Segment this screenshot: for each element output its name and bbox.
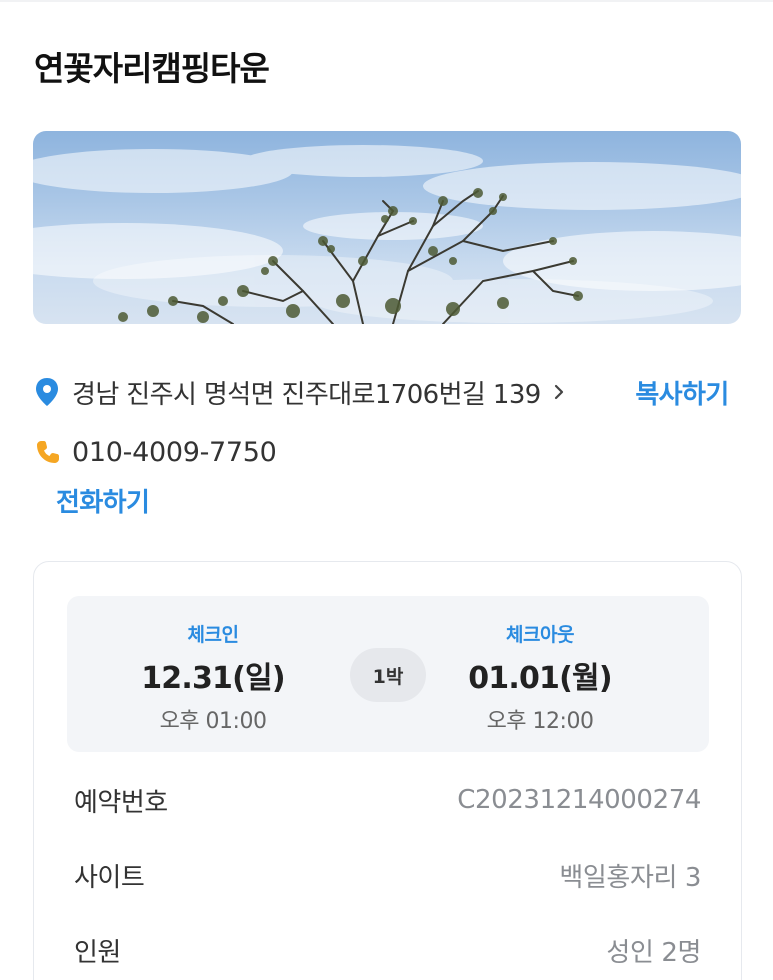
sky-and-tree-image: [33, 145, 741, 324]
guests-value: 성인 2명: [606, 937, 701, 968]
checkout-block: 체크아웃 01.01(월) 오후 12:00: [420, 620, 660, 735]
checkout-label: 체크아웃: [506, 624, 574, 646]
stay-period-box: 체크인 12.31(일) 오후 01:00 1박 체크아웃 01.01(월) 오…: [67, 596, 709, 752]
guests-row: 인원 성인 2명: [74, 930, 701, 970]
checkout-date: 01.01(월): [468, 661, 612, 696]
site-row: 사이트 백일홍자리 3: [74, 855, 701, 895]
phone-number: 010-4009-7750: [72, 436, 277, 468]
site-label: 사이트: [74, 862, 145, 893]
top-divider: [0, 0, 773, 2]
campsite-photo[interactable]: [33, 131, 741, 324]
copy-address-button[interactable]: 복사하기: [612, 372, 752, 412]
checkin-time: 오후 01:00: [159, 709, 267, 734]
checkin-block: 체크인 12.31(일) 오후 01:00: [93, 620, 333, 735]
reservation-number-label: 예약번호: [74, 787, 168, 818]
reservation-card: 체크인 12.31(일) 오후 01:00 1박 체크아웃 01.01(월) 오…: [33, 561, 742, 980]
nights-badge: 1박: [350, 648, 426, 702]
checkin-label: 체크인: [187, 624, 239, 646]
address-row[interactable]: 경남 진주시 명석면 진주대로1706번길 139 복사하기: [34, 372, 734, 412]
checkin-date: 12.31(일): [141, 661, 285, 696]
phone-row: 010-4009-7750: [34, 432, 277, 472]
checkout-time: 오후 12:00: [486, 709, 594, 734]
address-text: 경남 진주시 명석면 진주대로1706번길 139: [72, 379, 541, 410]
reservation-number-value: C20231214000274: [457, 785, 701, 815]
guests-label: 인원: [74, 937, 121, 968]
reservation-detail-page: 연꽃자리캠핑타운 경남 진주시 명석면 진주대로1706번길 139 복사하기 …: [0, 0, 773, 980]
phone-icon: [34, 438, 62, 466]
call-button[interactable]: 전화하기: [56, 482, 150, 519]
site-value: 백일홍자리 3: [559, 862, 701, 893]
reservation-number-row: 예약번호 C20231214000274: [74, 780, 701, 820]
chevron-right-icon[interactable]: [551, 382, 567, 402]
campsite-title: 연꽃자리캠핑타운: [34, 49, 270, 88]
location-pin-icon: [34, 377, 60, 407]
